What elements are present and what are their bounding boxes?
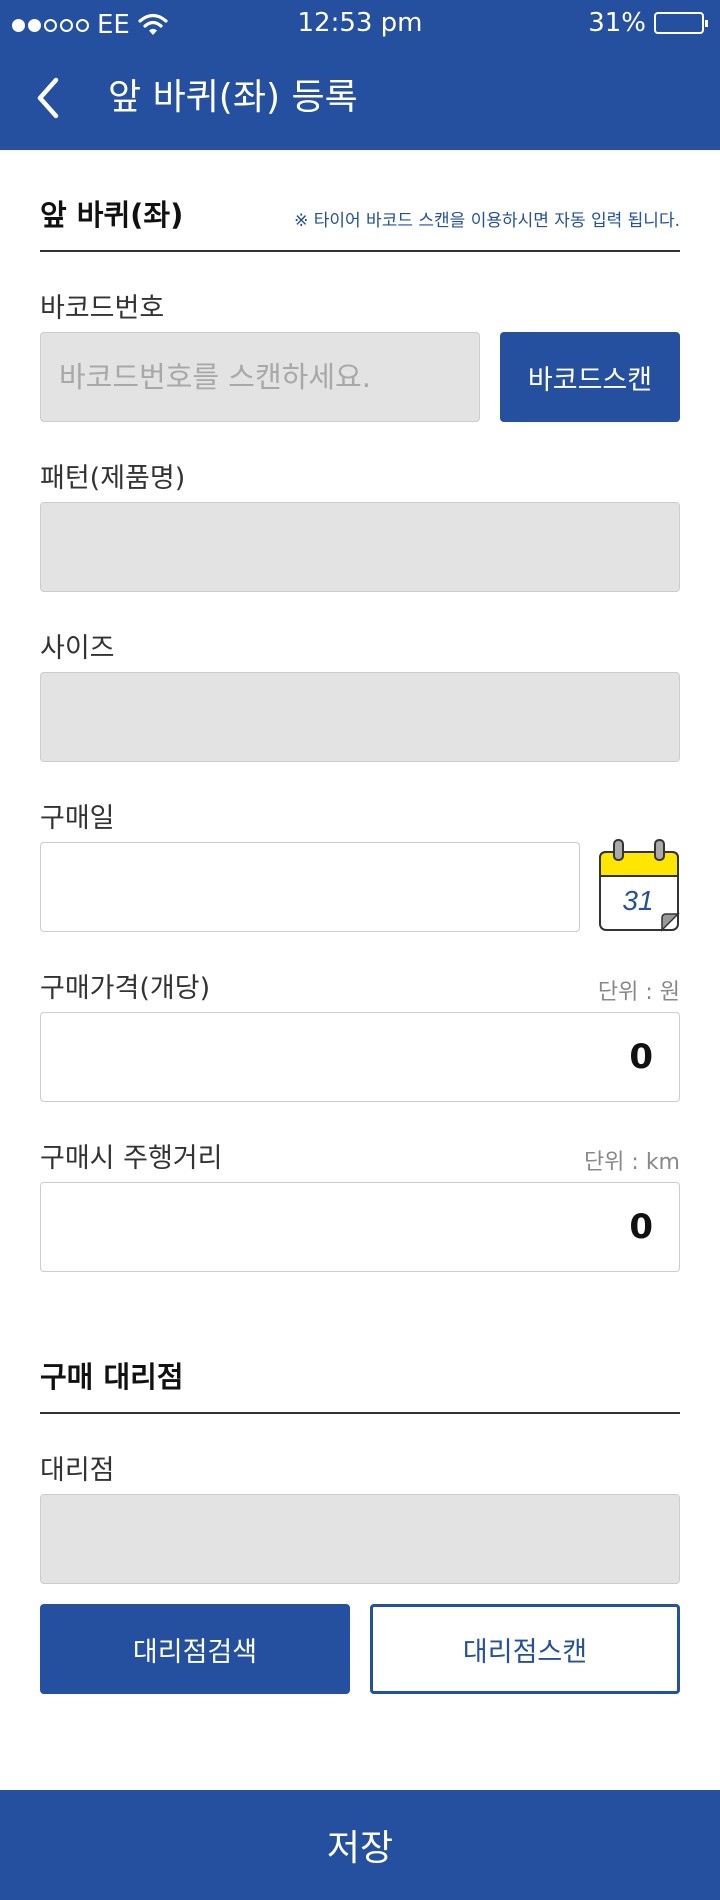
status-bar: EE 12:53 pm 31% — [0, 0, 720, 50]
chevron-left-icon[interactable] — [26, 74, 74, 122]
price-unit: 단위 : 원 — [597, 980, 680, 1005]
page-title: 앞 바퀴(좌) 등록 — [108, 77, 358, 118]
status-right: 31% — [588, 8, 708, 38]
size-label: 사이즈 — [40, 633, 115, 664]
tire-section-header: 앞 바퀴(좌) ※ 타이어 바코드 스캔을 이용하시면 자동 입력 됩니다. — [40, 180, 680, 252]
dealer-search-button[interactable]: 대리점검색 — [40, 1604, 350, 1694]
dealer-scan-button[interactable]: 대리점스캔 — [370, 1604, 680, 1694]
calendar-day: 31 — [622, 885, 653, 916]
battery-percent: 31% — [588, 8, 646, 38]
save-button[interactable]: 저장 — [0, 1790, 720, 1900]
purchase-date-label: 구매일 — [40, 803, 115, 834]
tire-section-title: 앞 바퀴(좌) — [40, 198, 184, 232]
dealer-label: 대리점 — [40, 1455, 115, 1486]
calendar-icon[interactable]: 31 — [598, 838, 682, 934]
dealer-field[interactable] — [40, 1494, 680, 1584]
battery-icon — [654, 12, 708, 34]
mileage-input[interactable]: 0 — [40, 1182, 680, 1272]
barcode-scan-button[interactable]: 바코드스캔 — [500, 332, 680, 422]
pattern-label: 패턴(제품명) — [40, 463, 186, 494]
size-field[interactable] — [40, 672, 680, 762]
dealer-section-header: 구매 대리점 — [40, 1340, 680, 1414]
app-header: EE 12:53 pm 31% 앞 바퀴(좌) 등록 — [0, 0, 720, 150]
price-value: 0 — [629, 1037, 653, 1077]
mileage-value: 0 — [629, 1207, 653, 1247]
pattern-field[interactable] — [40, 502, 680, 592]
purchase-date-input[interactable] — [40, 842, 580, 932]
barcode-placeholder: 바코드번호를 스캔하세요. — [59, 360, 371, 394]
barcode-label: 바코드번호 — [40, 293, 165, 324]
barcode-input[interactable]: 바코드번호를 스캔하세요. — [40, 332, 480, 422]
auto-input-note: ※ 타이어 바코드 스캔을 이용하시면 자동 입력 됩니다. — [294, 211, 680, 231]
mileage-label: 구매시 주행거리 — [40, 1143, 223, 1174]
dealer-section-title: 구매 대리점 — [40, 1360, 184, 1394]
mileage-unit: 단위 : km — [583, 1150, 680, 1175]
price-label: 구매가격(개당) — [40, 973, 211, 1004]
price-input[interactable]: 0 — [40, 1012, 680, 1102]
